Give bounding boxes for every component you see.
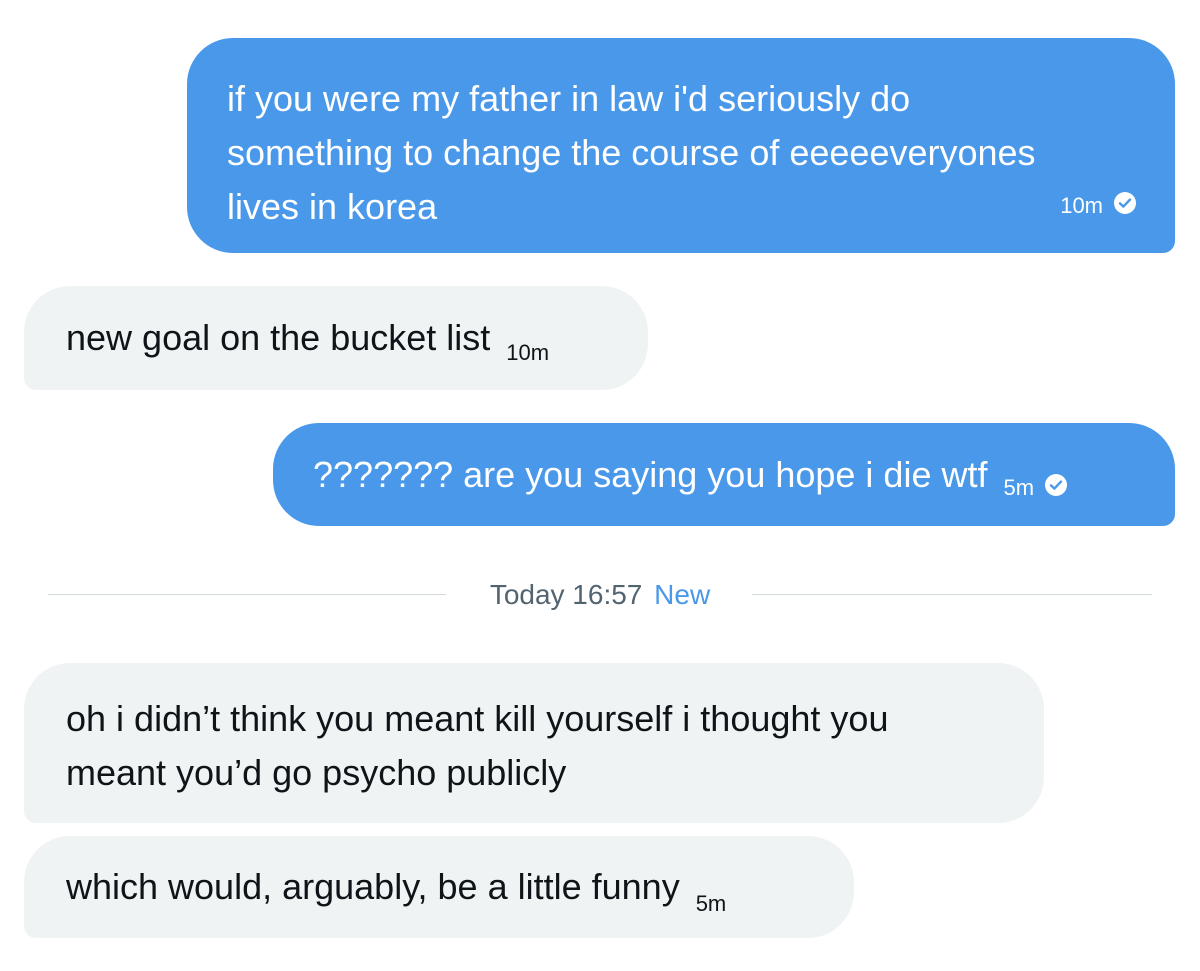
- sent-message-bubble[interactable]: if you were my father in law i'd serious…: [187, 38, 1175, 253]
- check-circle-icon: [1044, 473, 1068, 497]
- message-time: 10m: [506, 340, 550, 365]
- received-message-bubble[interactable]: which would, arguably, be a little funny…: [24, 836, 854, 938]
- message-text: ??????? are you saying you hope i die wt…: [313, 454, 988, 495]
- message-time: 5m: [695, 891, 727, 916]
- message-text: which would, arguably, be a little funny: [66, 866, 680, 907]
- received-message-bubble[interactable]: new goal on the bucket list 10m: [24, 286, 648, 390]
- message-time: 10m: [1060, 193, 1103, 218]
- message-text: oh i didn’t think you meant kill yoursel…: [66, 698, 889, 793]
- check-circle-icon: [1113, 191, 1137, 215]
- message-meta: 10m: [1060, 174, 1137, 228]
- divider-line: [752, 594, 1152, 595]
- divider-timestamp: Today 16:57: [489, 579, 643, 610]
- message-text: if you were my father in law i'd serious…: [227, 78, 1036, 227]
- divider-label: Today 16:57 New: [48, 578, 1152, 612]
- message-meta: 5m: [1003, 456, 1068, 510]
- new-messages-divider: Today 16:57 New: [48, 573, 1152, 617]
- message-time: 5m: [1003, 475, 1035, 500]
- received-message-bubble[interactable]: oh i didn’t think you meant kill yoursel…: [24, 663, 1044, 823]
- sent-message-bubble[interactable]: ??????? are you saying you hope i die wt…: [273, 423, 1175, 526]
- message-text: new goal on the bucket list: [66, 317, 491, 358]
- new-badge: New: [654, 579, 711, 610]
